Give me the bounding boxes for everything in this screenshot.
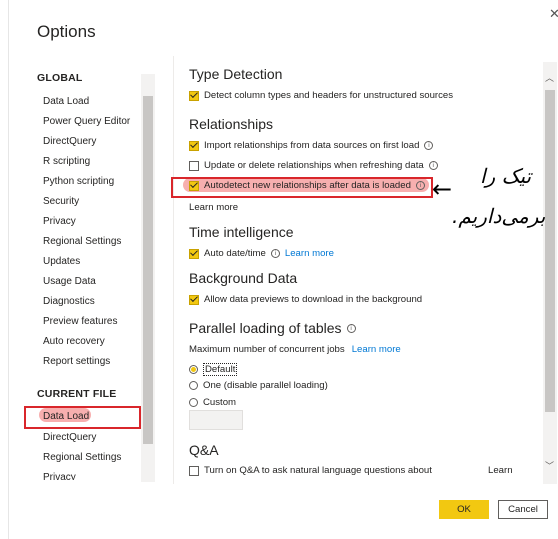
- nav-item-preview-features[interactable]: Preview features: [43, 316, 117, 327]
- right-scrollbar[interactable]: [543, 62, 557, 484]
- max-jobs-row: Maximum number of concurrent jobs Learn …: [189, 344, 401, 355]
- annotation-line-2: برمی‌داریم.: [452, 204, 546, 228]
- type-detection-heading: Type Detection: [189, 66, 283, 82]
- custom-jobs-input[interactable]: [189, 410, 243, 430]
- nav-item-power-query-editor[interactable]: Power Query Editor: [43, 116, 130, 127]
- nav-item-regional-settings[interactable]: Regional Settings: [43, 236, 121, 247]
- background-previews-option[interactable]: Allow data previews to download in the b…: [189, 294, 422, 305]
- parallel-loading-heading: Parallel loading of tables i: [189, 320, 356, 336]
- import-relationships-option[interactable]: Import relationships from data sources o…: [189, 140, 434, 151]
- time-intelligence-learn-more-link[interactable]: Learn more: [285, 248, 334, 259]
- left-scroll-thumb[interactable]: [143, 96, 153, 444]
- nav-item-r-scripting[interactable]: R scripting: [43, 156, 90, 167]
- settings-pane: Type Detection Detect column types and h…: [181, 56, 543, 484]
- nav-item-current-privacy[interactable]: Privacy: [43, 472, 76, 480]
- info-icon[interactable]: i: [270, 249, 280, 258]
- nav-item-data-load[interactable]: Data Load: [43, 96, 89, 107]
- qa-option[interactable]: Turn on Q&A to ask natural language ques…: [189, 465, 432, 476]
- nav-item-usage-data[interactable]: Usage Data: [43, 276, 96, 287]
- nav-item-auto-recovery[interactable]: Auto recovery: [43, 336, 105, 347]
- radio-custom-button[interactable]: [189, 398, 198, 407]
- detect-types-checkbox[interactable]: [189, 90, 199, 101]
- nav-item-current-regional-settings[interactable]: Regional Settings: [43, 452, 121, 463]
- info-icon[interactable]: i: [428, 161, 438, 170]
- current-file-section-header: CURRENT FILE: [37, 388, 117, 400]
- right-scroll-up-icon[interactable]: ︿: [545, 74, 554, 83]
- parallel-learn-more-link[interactable]: Learn more: [352, 344, 401, 355]
- nav-item-current-directquery[interactable]: DirectQuery: [43, 432, 96, 443]
- right-scroll-down-icon[interactable]: ﹀: [545, 462, 554, 471]
- cancel-button[interactable]: Cancel: [498, 500, 548, 519]
- update-relationships-checkbox[interactable]: [189, 160, 199, 171]
- nav-item-updates[interactable]: Updates: [43, 256, 80, 267]
- nav-item-directquery[interactable]: DirectQuery: [43, 136, 96, 147]
- annotation-line-1: تیک را: [480, 164, 532, 188]
- radio-one-button[interactable]: [189, 381, 198, 390]
- info-icon[interactable]: i: [346, 323, 356, 333]
- global-section-header: GLOBAL: [37, 72, 83, 84]
- left-scrollbar[interactable]: [141, 74, 155, 482]
- radio-default-button[interactable]: [189, 365, 198, 374]
- background-previews-checkbox[interactable]: [189, 294, 199, 305]
- nav-item-diagnostics[interactable]: Diagnostics: [43, 296, 95, 307]
- autodetect-red-box: [171, 177, 433, 198]
- import-relationships-checkbox[interactable]: [189, 140, 199, 151]
- qa-checkbox[interactable]: [189, 465, 199, 476]
- nav-item-privacy[interactable]: Privacy: [43, 216, 76, 227]
- radio-default[interactable]: Default: [189, 363, 238, 376]
- auto-date-time-option[interactable]: Auto date/time i Learn more: [189, 248, 334, 259]
- relationships-learn-more-link[interactable]: Learn more: [189, 202, 238, 213]
- ok-button[interactable]: OK: [439, 500, 489, 519]
- options-dialog: ✕ Options GLOBAL Data Load Power Query E…: [8, 0, 558, 539]
- relationships-heading: Relationships: [189, 116, 274, 132]
- info-icon[interactable]: i: [424, 141, 434, 150]
- dialog-title: Options: [37, 22, 96, 41]
- auto-date-time-checkbox[interactable]: [189, 248, 199, 259]
- background-data-heading: Background Data: [189, 270, 298, 286]
- current-data-load-red-box: [24, 406, 141, 429]
- radio-one[interactable]: One (disable parallel loading): [189, 380, 328, 391]
- nav-item-report-settings[interactable]: Report settings: [43, 356, 110, 367]
- time-intelligence-heading: Time intelligence: [189, 224, 294, 240]
- nav-item-security[interactable]: Security: [43, 196, 79, 207]
- radio-custom[interactable]: Custom: [189, 397, 236, 408]
- qa-heading: Q&A: [189, 442, 219, 458]
- detect-types-option[interactable]: Detect column types and headers for unst…: [189, 90, 453, 101]
- annotation-arrow-icon: ←: [432, 175, 453, 203]
- update-relationships-option[interactable]: Update or delete relationships when refr…: [189, 160, 438, 171]
- right-scroll-thumb[interactable]: [545, 90, 555, 412]
- close-icon[interactable]: ✕: [549, 6, 558, 22]
- pane-divider: [173, 56, 174, 484]
- qa-learn-more-link[interactable]: Learn: [488, 465, 513, 476]
- nav-item-python-scripting[interactable]: Python scripting: [43, 176, 114, 187]
